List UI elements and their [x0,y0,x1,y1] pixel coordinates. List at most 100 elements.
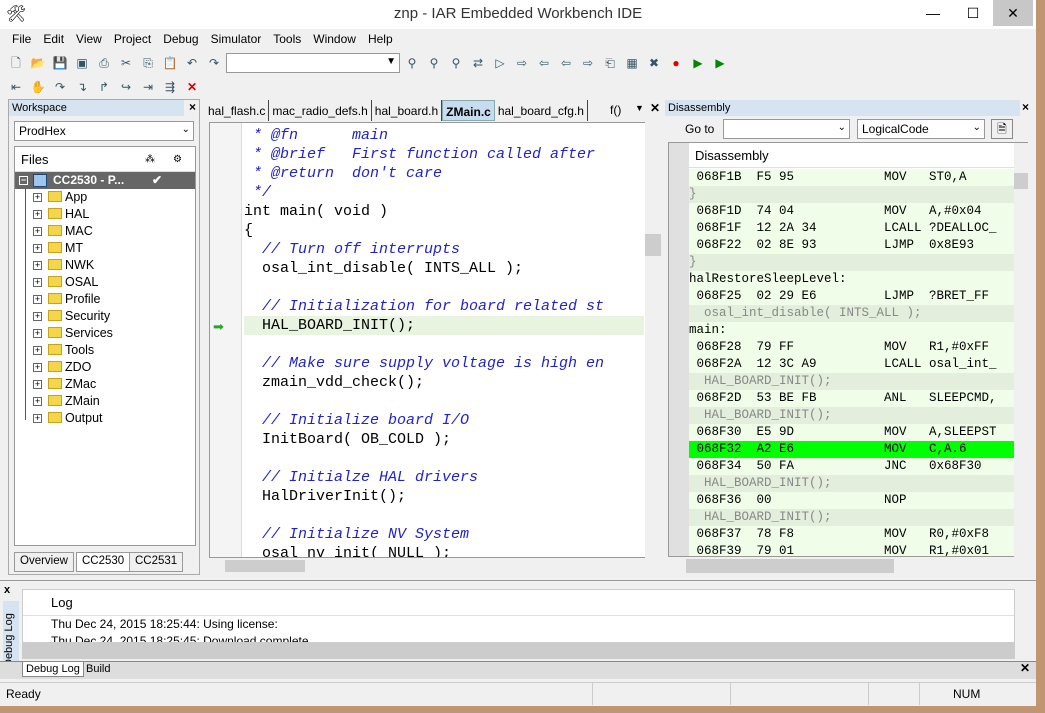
break-icon[interactable]: ✋ [28,77,48,97]
tab-hal-board[interactable]: hal_board.h [372,100,443,121]
project-node[interactable]: − CC2530 - P... ✔ [15,172,195,189]
tree-item-security[interactable]: + Security [15,308,195,325]
menu-view[interactable]: View [70,30,108,50]
expand-icon[interactable]: + [33,329,42,338]
bookmark-icon[interactable]: ▷ [490,53,510,73]
tree-item-profile[interactable]: + Profile [15,291,195,308]
tab-hal-board-cfg[interactable]: hal_board_cfg.h [495,100,588,121]
expand-icon[interactable]: + [33,261,42,270]
save-icon[interactable]: 💾 [50,53,70,73]
close-icon[interactable]: ✕ [650,101,660,115]
menu-simulator[interactable]: Simulator [205,30,268,50]
nav-back-icon[interactable]: ⇦ [556,53,576,73]
find-combo[interactable]: ▼ [226,52,400,73]
next-bookmark-icon[interactable]: ⇨ [512,53,532,73]
expand-icon[interactable]: + [33,210,42,219]
find-prev-icon[interactable]: ⚲ [446,53,466,73]
make-icon[interactable]: ▦ [622,53,642,73]
debug-without-download-icon[interactable]: ▶ [710,53,730,73]
tab-overview[interactable]: Overview [14,552,74,572]
save-all-icon[interactable]: ▣ [72,53,92,73]
nav-forward-icon[interactable]: ⇨ [578,53,598,73]
close-button[interactable]: ✕ [993,0,1033,26]
log-horizontal-scrollbar[interactable] [22,643,1015,659]
expand-icon[interactable]: + [33,278,42,287]
tab-debug-log[interactable]: Debug Log [22,661,84,677]
new-file-icon[interactable]: 🗋 [6,53,26,73]
goto-input[interactable]: ⌄ [723,119,850,139]
prev-bookmark-icon[interactable]: ⇦ [534,53,554,73]
find-icon[interactable]: ⚲ [402,53,422,73]
compile-icon[interactable]: ⎗ [600,53,620,73]
next-statement-icon[interactable]: ↪ [116,77,136,97]
code-editor[interactable]: * @fn main * @brief First function calle… [209,122,647,558]
check-status-icon[interactable]: ⁂ [145,147,155,172]
download-debug-icon[interactable]: ▶ [688,53,708,73]
step-out-icon[interactable]: ↱ [94,77,114,97]
expand-icon[interactable]: + [33,397,42,406]
configuration-select[interactable]: ProdHex ⌄ [14,121,194,141]
disassembly-horizontal-scrollbar[interactable] [668,558,1014,574]
expand-icon[interactable]: + [33,227,42,236]
tab-mac-radio-defs[interactable]: mac_radio_defs.h [269,100,372,121]
chevron-down-icon[interactable]: ▼ [635,103,644,113]
maximize-button[interactable]: ☐ [953,0,993,26]
menu-help[interactable]: Help [362,30,399,50]
disassembly-vertical-scrollbar[interactable] [1014,143,1028,558]
close-icon[interactable]: x [4,584,10,596]
stop-debug-icon[interactable]: ✕ [182,77,202,97]
tab-cc2530[interactable]: CC2530 [76,552,131,572]
find-next-icon[interactable]: ⚲ [424,53,444,73]
step-into-icon[interactable]: ↴ [72,77,92,97]
disassembly-view[interactable]: Disassembly 068F1B F5 95 MOV ST0,A} 068F… [668,142,1028,557]
go-icon[interactable]: ⇶ [160,77,180,97]
tree-item-app[interactable]: + App [15,189,195,206]
run-to-cursor-icon[interactable]: ⇥ [138,77,158,97]
tree-item-services[interactable]: + Services [15,325,195,342]
expand-icon[interactable]: + [33,363,42,372]
stop-build-icon[interactable]: ✖ [644,53,664,73]
tree-item-zmain[interactable]: + ZMain [15,393,195,410]
tree-item-zdo[interactable]: + ZDO [15,359,195,376]
menu-project[interactable]: Project [108,30,157,50]
mode-select[interactable]: LogicalCode ⌄ [857,119,985,139]
copy-icon[interactable]: ⎘ [138,53,158,73]
expand-icon[interactable]: + [33,295,42,304]
expand-icon[interactable]: + [33,244,42,253]
undo-icon[interactable]: ↶ [182,53,202,73]
tree-item-nwk[interactable]: + NWK [15,257,195,274]
tree-item-hal[interactable]: + HAL [15,206,195,223]
reset-icon[interactable]: ⇤ [6,77,26,97]
editor-vertical-scrollbar[interactable] [645,122,661,558]
tree-item-tools[interactable]: + Tools [15,342,195,359]
close-icon[interactable]: ✕ [1020,661,1030,675]
tab-hal-flash[interactable]: hal_flash.c [205,100,270,121]
open-icon[interactable]: 📂 [28,53,48,73]
function-list-button[interactable]: f() [610,103,621,117]
tree-item-mac[interactable]: + MAC [15,223,195,240]
tree-item-osal[interactable]: + OSAL [15,274,195,291]
replace-icon[interactable]: ⇄ [468,53,488,73]
cut-icon[interactable]: ✂ [116,53,136,73]
tab-build[interactable]: Build [84,662,112,676]
menu-tools[interactable]: Tools [267,30,307,50]
collapse-icon[interactable]: − [19,176,28,185]
tree-item-output[interactable]: + Output [15,410,195,427]
menu-window[interactable]: Window [307,30,362,50]
minimize-button[interactable]: — [913,0,953,26]
redo-icon[interactable]: ↷ [204,53,224,73]
expand-icon[interactable]: + [33,414,42,423]
expand-icon[interactable]: + [33,312,42,321]
menu-file[interactable]: File [6,30,37,50]
step-over-icon[interactable]: ↷ [50,77,70,97]
tab-zmain[interactable]: ZMain.c [442,100,495,121]
log-view[interactable]: Log Thu Dec 24, 2015 18:25:44: Using lic… [22,589,1015,643]
menu-debug[interactable]: Debug [157,30,204,50]
toggle-breakpoint-icon[interactable]: ● [666,53,686,73]
document-icon[interactable]: 🗎 [991,119,1013,139]
tab-cc2531[interactable]: CC2531 [129,552,184,572]
close-icon[interactable]: × [1022,100,1029,114]
log-vertical-scrollbar[interactable] [1015,589,1033,659]
paste-icon[interactable]: 📋 [160,53,180,73]
menu-edit[interactable]: Edit [37,30,70,50]
